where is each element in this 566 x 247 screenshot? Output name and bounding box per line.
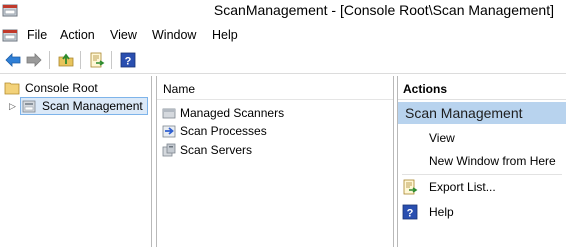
results-pane: Name Managed Scanners Scan Processes Sca… (156, 76, 394, 247)
menu-window[interactable]: Window (152, 28, 196, 42)
tree-item-label: Scan Management (42, 99, 143, 113)
help-icon[interactable]: ? (119, 51, 137, 69)
help-icon: ? (402, 204, 418, 220)
action-label: View (429, 131, 455, 145)
up-one-level-icon[interactable] (57, 51, 75, 69)
expand-arrow-icon[interactable]: ▷ (9, 101, 16, 112)
toolbar-separator (111, 51, 112, 69)
toolbar-separator (80, 51, 81, 69)
toolbar: ? (0, 46, 566, 74)
list-item-label: Scan Servers (180, 143, 253, 157)
scanner-icon (161, 105, 177, 121)
action-label: New Window from Here (429, 154, 556, 168)
window-title: ScanManagement - [Console Root\Scan Mana… (213, 2, 554, 18)
action-label: Help (429, 205, 454, 219)
actions-pane: Actions Scan Management View New Window … (397, 76, 566, 247)
menu-view[interactable]: View (110, 28, 137, 42)
svg-text:?: ? (125, 56, 132, 68)
actions-separator (402, 174, 562, 175)
action-label: Export List... (429, 180, 496, 194)
scan-server-icon (161, 142, 177, 158)
title-bar: ScanManagement - [Console Root\Scan Mana… (0, 0, 566, 24)
menu-help[interactable]: Help (212, 28, 238, 42)
tree-item-label: Console Root (25, 81, 98, 95)
column-header-name[interactable]: Name (157, 76, 393, 100)
menu-action[interactable]: Action (60, 28, 95, 42)
list-item-label: Scan Processes (180, 124, 267, 138)
list-item-scan-processes[interactable]: Scan Processes (161, 122, 267, 140)
list-item-scan-servers[interactable]: Scan Servers (161, 141, 252, 159)
toolbar-separator (49, 51, 50, 69)
actions-header: Actions (398, 76, 566, 100)
tree-item-console-root[interactable]: Console Root (4, 79, 98, 97)
scan-process-icon (161, 123, 177, 139)
folder-icon (4, 80, 20, 96)
back-arrow-icon[interactable] (4, 51, 22, 69)
console-tree: Console Root ▷ Scan Management (0, 76, 152, 247)
menu-bar: File Action View Window Help (0, 24, 566, 46)
forward-arrow-icon[interactable] (25, 51, 43, 69)
svg-text:?: ? (407, 208, 414, 220)
action-export-list[interactable]: Export List... (402, 177, 496, 197)
scan-management-icon (21, 98, 37, 114)
tree-item-scan-management[interactable]: Scan Management (20, 97, 148, 115)
action-help[interactable]: ? Help (402, 202, 454, 222)
list-item-label: Managed Scanners (180, 106, 285, 120)
mmc-console-icon[interactable] (2, 2, 18, 18)
menu-file[interactable]: File (27, 28, 47, 42)
console-document-icon[interactable] (2, 27, 18, 43)
list-item-managed-scanners[interactable]: Managed Scanners (161, 104, 284, 122)
actions-group-scan-management[interactable]: Scan Management (398, 102, 566, 124)
export-list-icon (402, 179, 418, 195)
export-list-icon[interactable] (88, 51, 106, 69)
action-view[interactable]: View (402, 128, 455, 148)
action-new-window[interactable]: New Window from Here (402, 151, 556, 171)
